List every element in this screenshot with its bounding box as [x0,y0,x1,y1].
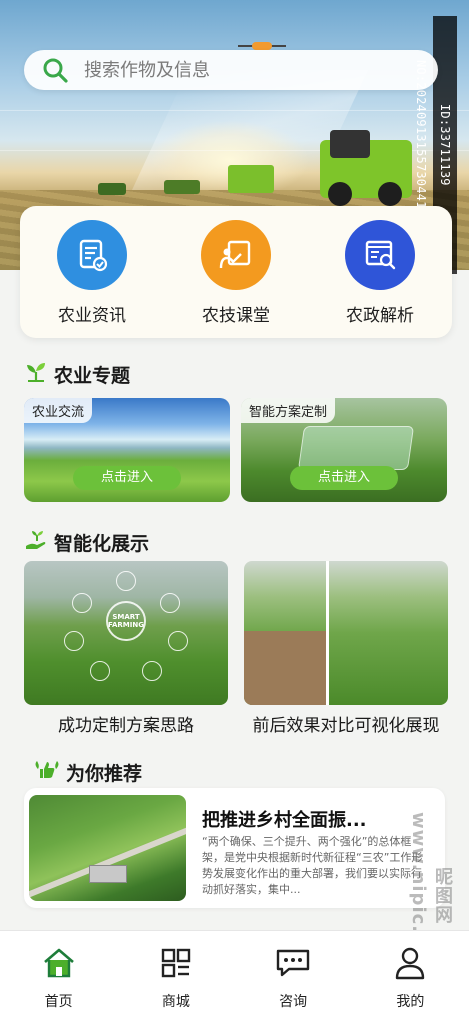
service-class[interactable]: 农技课堂 [176,220,296,338]
harvester-image [320,130,412,206]
tab-label: 咨询 [279,994,308,1010]
topic-card-exchange[interactable]: 农业交流 点击进入 [24,398,230,502]
enter-button[interactable]: 点击进入 [73,466,181,490]
grid-icon [158,945,194,981]
tab-label: 商城 [161,994,190,1010]
topic-card-solution[interactable]: 智能方案定制 点击进入 [241,398,447,502]
smart-image-compare[interactable] [244,561,448,705]
enter-button[interactable]: 点击进入 [290,466,398,490]
section-topics-header: 农业专题 [24,360,130,388]
thumbs-up-icon [34,758,60,786]
section-title: 智能化展示 [54,532,150,555]
service-label: 农业资讯 [58,306,126,326]
service-news[interactable]: 农业资讯 [32,220,152,338]
search-input[interactable] [84,59,384,81]
service-label: 农政解析 [346,306,414,326]
bottom-tab-bar: 首页 商城 咨询 我的 [0,930,469,1024]
document-icon [57,220,127,290]
topic-tag: 农业交流 [24,398,93,423]
article-title[interactable]: 把推进乡村全面振... [202,806,367,832]
home-icon [41,945,77,981]
section-title: 农业专题 [54,364,131,387]
service-policy[interactable]: 农政解析 [320,220,440,338]
tab-mall[interactable]: 商城 [126,945,226,1024]
smart-image-concept[interactable]: SMART FARMING [24,561,228,705]
service-label: 农技课堂 [202,306,270,326]
article-summary: “两个确保、三个提升、两个强化”的总体框架，是党中央根据新时代新征程“三农”工作… [202,835,423,896]
sprout-icon [24,360,48,388]
classroom-icon [201,220,271,290]
section-title: 为你推荐 [66,762,143,785]
topic-tag: 智能方案定制 [241,398,336,423]
recommend-item[interactable]: 把推进乡村全面振... “两个确保、三个提升、两个强化”的总体框架，是党中央根据… [24,788,445,908]
tab-label: 我的 [396,994,425,1010]
smart-caption: 前后效果对比可视化展现 [252,716,440,736]
tab-label: 首页 [44,994,73,1010]
section-recommend-header: 为你推荐 [34,758,142,786]
user-icon [392,945,428,981]
tab-profile[interactable]: 我的 [360,945,460,1024]
tab-consult[interactable]: 咨询 [243,945,343,1024]
section-smart-header: 智能化展示 [24,528,149,556]
search-icon [42,57,68,83]
tractor-image [164,180,200,194]
analysis-icon [345,220,415,290]
search-bar[interactable] [24,50,438,90]
service-card: 农业资讯 农技课堂 农政解析 [20,206,452,338]
hand-sprout-icon [24,528,48,556]
smart-caption: 成功定制方案思路 [58,716,194,736]
hub-label: SMART FARMING [108,613,144,629]
harvester-image [228,165,274,193]
tablet-image [297,426,415,470]
chat-icon [275,945,311,981]
tab-home[interactable]: 首页 [9,945,109,1024]
tractor-image [98,183,126,195]
article-thumbnail [29,795,186,901]
